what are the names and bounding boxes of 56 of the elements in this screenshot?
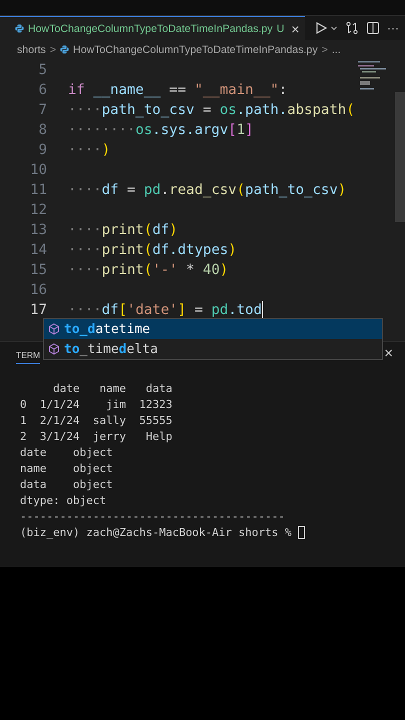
method-cube-icon: [48, 343, 60, 355]
terminal-output: name object: [20, 462, 113, 474]
python-file-icon: [15, 24, 24, 33]
line-number: 14: [29, 242, 47, 258]
line-number: 12: [29, 202, 47, 218]
code-line: ····): [68, 142, 110, 158]
line-number: 5: [38, 62, 47, 78]
breadcrumb-item[interactable]: shorts: [17, 44, 46, 56]
line-number: 13: [29, 222, 47, 238]
untracked-status: U: [276, 22, 284, 34]
terminal-output: date object: [20, 446, 113, 458]
terminal-output: 2 3/1/24 jerry Help: [20, 430, 172, 442]
breadcrumb-item[interactable]: HowToChangeColumnTypeToDateTimeInPandas.py: [73, 44, 318, 56]
terminal-cursor: [298, 526, 306, 538]
code-line: ····print(df): [68, 222, 178, 238]
line-number: 16: [29, 282, 47, 298]
terminal-output: date name data: [52, 382, 172, 394]
code-line: ····print('-' * 40): [68, 262, 228, 278]
line-number: 9: [38, 142, 47, 158]
breadcrumb-item[interactable]: ...: [332, 44, 341, 56]
line-number: 6: [38, 82, 47, 98]
line-number: 7: [38, 102, 47, 118]
breadcrumb-separator: >: [322, 44, 328, 56]
run-icon[interactable]: [314, 21, 328, 35]
compare-changes-icon[interactable]: [345, 21, 359, 35]
code-line: if __name__ == "__main__":: [68, 82, 288, 98]
terminal-output: ----------------------------------------: [20, 510, 285, 522]
terminal-output: data object: [20, 478, 113, 490]
close-tab-button[interactable]: ×: [291, 20, 300, 36]
code-line: ····df = pd.read_csv(path_to_csv): [68, 182, 346, 198]
more-actions-button[interactable]: ···: [387, 21, 399, 35]
suggestion-item[interactable]: to_timedelta: [44, 339, 382, 359]
terminal-output: (biz_env) zach@Zachs-MacBook-Air shorts %: [20, 526, 293, 538]
suggestion-item[interactable]: to_datetime: [44, 319, 382, 339]
close-panel-button[interactable]: ×: [384, 344, 393, 362]
breadcrumb-separator: >: [50, 44, 56, 56]
text-cursor: [262, 301, 264, 319]
code-line: ····print(df.dtypes): [68, 242, 237, 258]
line-number: 11: [29, 182, 47, 198]
line-number: 17: [29, 302, 47, 318]
caret-icon[interactable]: [330, 24, 338, 32]
minimap-drawing[interactable]: [358, 61, 388, 91]
terminal-output: 0 1/1/24 jim 12323: [20, 398, 172, 410]
method-cube-icon: [48, 323, 60, 335]
terminal-output: dtype: object: [20, 494, 106, 506]
scrollbar[interactable]: [395, 92, 405, 222]
split-editor-icon[interactable]: [366, 21, 380, 35]
code-line: ········os.sys.argv[1]: [68, 122, 254, 138]
code-line: ····df['date'] = pd.tod: [68, 302, 262, 318]
line-number: 15: [29, 262, 47, 278]
python-file-icon: [60, 45, 70, 54]
line-number: 8: [38, 122, 47, 138]
tab-title[interactable]: HowToChangeColumnTypeToDateTimeInPandas.py: [28, 22, 273, 34]
terminal-output: 1 2/1/24 sally 55555: [20, 414, 172, 426]
code-line: ····path_to_csv = os.path.abspath(: [68, 102, 355, 118]
line-number: 10: [29, 162, 47, 178]
